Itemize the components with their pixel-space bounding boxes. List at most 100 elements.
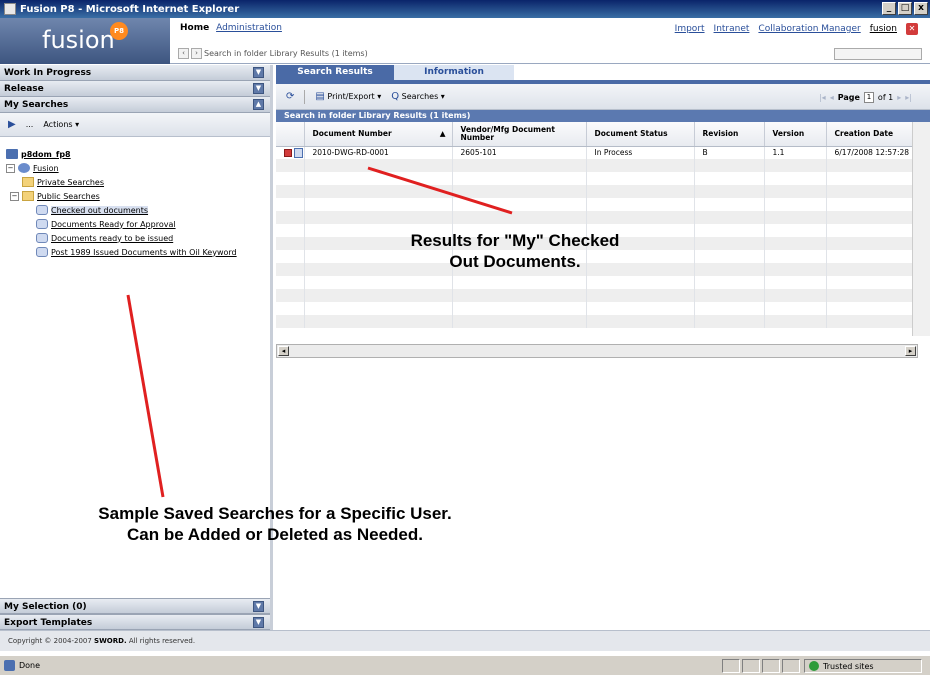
- folder-icon: [22, 177, 34, 187]
- section-label: My Searches: [4, 100, 69, 110]
- next-page-icon[interactable]: ▸: [897, 93, 901, 102]
- saved-search-label[interactable]: Documents ready to be issued: [51, 234, 173, 243]
- page-number-input[interactable]: 1: [863, 92, 874, 103]
- object-store-icon: [6, 149, 18, 159]
- status-cells: [722, 659, 800, 673]
- forward-arrow-icon[interactable]: ›: [191, 48, 202, 59]
- breadcrumb: ‹ › Search in folder Library Results (1 …: [178, 48, 368, 59]
- results-annotation: Results for "My" Checked Out Documents.: [365, 230, 665, 272]
- table-row[interactable]: 2010-DWG-RD-0001 2605-101 In Process B 1…: [276, 146, 913, 159]
- saved-search-item[interactable]: Documents ready to be issued: [6, 231, 270, 245]
- run-icon[interactable]: ▶: [8, 119, 16, 130]
- column-revision[interactable]: Revision: [694, 122, 765, 147]
- expand-icon[interactable]: ▼: [253, 67, 264, 78]
- scroll-left-icon[interactable]: ◂: [278, 346, 289, 356]
- tree-node-label[interactable]: Private Searches: [37, 178, 104, 187]
- expand-icon[interactable]: ▼: [253, 83, 264, 94]
- tree-root[interactable]: p8dom_fp8: [6, 147, 270, 161]
- tree-node-label[interactable]: Public Searches: [37, 192, 100, 201]
- column-version[interactable]: Version: [764, 122, 827, 147]
- maximize-button[interactable]: □: [898, 2, 912, 15]
- saved-search-label[interactable]: Checked out documents: [51, 205, 149, 215]
- minimize-button[interactable]: _: [882, 2, 896, 15]
- status-text: Done: [19, 661, 41, 670]
- tree-node-private-searches[interactable]: Private Searches: [6, 175, 270, 189]
- window-controls: _ □ x: [882, 2, 928, 15]
- folder-icon: [22, 191, 34, 201]
- annotation-line: Sample Saved Searches for a Specific Use…: [98, 504, 452, 523]
- collapse-toggle-icon[interactable]: −: [6, 163, 15, 173]
- expand-icon[interactable]: ▼: [253, 617, 264, 628]
- intranet-link[interactable]: Intranet: [714, 24, 750, 34]
- user-link[interactable]: fusion: [870, 24, 897, 34]
- scroll-right-icon[interactable]: ▸: [905, 346, 916, 356]
- refresh-icon[interactable]: ⟳: [286, 91, 294, 102]
- empty-row: [276, 172, 913, 185]
- column-label: Document Number: [312, 128, 392, 138]
- section-my-selection[interactable]: My Selection (0) ▼: [0, 598, 270, 614]
- collaboration-manager-link[interactable]: Collaboration Manager: [758, 24, 860, 34]
- close-window-button[interactable]: x: [914, 2, 928, 15]
- logo-text: fusion: [42, 26, 115, 54]
- empty-row: [276, 198, 913, 211]
- grid-vertical-scrollbar[interactable]: [912, 122, 930, 336]
- empty-row: [276, 315, 913, 328]
- zone-label: Trusted sites: [823, 661, 874, 671]
- column-vendor-doc-number[interactable]: Vendor/Mfg Document Number: [452, 122, 587, 147]
- logout-icon[interactable]: ✕: [906, 23, 918, 35]
- prev-page-icon[interactable]: ◂: [830, 93, 834, 102]
- collapse-icon[interactable]: ▲: [253, 99, 264, 110]
- empty-row: [276, 276, 913, 289]
- collapse-toggle-icon[interactable]: −: [10, 191, 19, 201]
- nav-administration-link[interactable]: Administration: [216, 23, 282, 33]
- empty-row: [276, 302, 913, 315]
- trusted-zone-icon: [809, 661, 819, 671]
- saved-searches-annotation: Sample Saved Searches for a Specific Use…: [50, 503, 500, 545]
- actions-menu[interactable]: Actions ▾: [43, 120, 79, 129]
- saved-search-item[interactable]: Documents Ready for Approval: [6, 217, 270, 231]
- tree-node-fusion[interactable]: − Fusion: [6, 161, 270, 175]
- window-titlebar: Fusion P8 - Microsoft Internet Explorer …: [0, 0, 930, 18]
- saved-search-icon: [36, 233, 48, 243]
- column-document-status[interactable]: Document Status: [586, 122, 695, 147]
- tree-root-label[interactable]: p8dom_fp8: [21, 150, 71, 159]
- column-document-number[interactable]: Document Number ▲: [304, 122, 453, 147]
- saved-search-item[interactable]: Checked out documents: [6, 203, 270, 217]
- security-zone[interactable]: Trusted sites: [804, 659, 922, 673]
- more-button[interactable]: ...: [26, 120, 34, 129]
- column-creation-date[interactable]: Creation Date: [826, 122, 913, 147]
- section-release[interactable]: Release ▼: [0, 81, 270, 97]
- section-work-in-progress[interactable]: Work In Progress ▼: [0, 65, 270, 81]
- grid-horizontal-scrollbar[interactable]: ◂ ▸: [276, 344, 918, 358]
- results-toolbar: ⟳ ▤ Print/Export ▾ Q Searches ▾ |◂ ◂ Pag…: [276, 84, 930, 110]
- tab-information[interactable]: Information: [394, 65, 514, 80]
- back-arrow-icon[interactable]: ‹: [178, 48, 189, 59]
- first-page-icon[interactable]: |◂: [819, 93, 826, 102]
- saved-search-label[interactable]: Documents Ready for Approval: [51, 220, 176, 229]
- print-export-menu[interactable]: ▤ Print/Export ▾: [315, 91, 381, 102]
- document-icon[interactable]: [294, 147, 303, 158]
- tree-node-label[interactable]: Fusion: [33, 164, 59, 173]
- searches-toolbar: ▶ ... Actions ▾: [0, 113, 270, 137]
- searches-label: Searches: [401, 92, 439, 101]
- expand-icon[interactable]: ▼: [253, 601, 264, 612]
- saved-search-item[interactable]: Post 1989 Issued Documents with Oil Keyw…: [6, 245, 270, 259]
- searches-menu[interactable]: Q Searches ▾: [391, 91, 445, 102]
- search-icon: Q: [391, 91, 400, 102]
- annotation-line: Out Documents.: [449, 252, 581, 271]
- search-tree: p8dom_fp8 − Fusion Private Searches − Pu…: [0, 137, 270, 259]
- section-my-searches[interactable]: My Searches ▲: [0, 97, 270, 113]
- empty-row: [276, 211, 913, 224]
- import-link[interactable]: Import: [675, 24, 705, 34]
- tab-search-results[interactable]: Search Results: [276, 65, 394, 80]
- left-pane: Work In Progress ▼ Release ▼ My Searches…: [0, 65, 273, 630]
- last-page-icon[interactable]: ▸|: [905, 93, 912, 102]
- tree-node-public-searches[interactable]: − Public Searches: [6, 189, 270, 203]
- copyright-brand: SWORD.: [94, 637, 127, 645]
- cell-vendor-doc-number: 2605-101: [452, 146, 587, 159]
- section-export-templates[interactable]: Export Templates ▼: [0, 614, 270, 630]
- saved-search-label[interactable]: Post 1989 Issued Documents with Oil Keyw…: [51, 248, 237, 257]
- nav-home[interactable]: Home: [180, 23, 209, 33]
- tab-strip: Search Results Information: [276, 65, 930, 80]
- header-search-input[interactable]: [834, 48, 922, 60]
